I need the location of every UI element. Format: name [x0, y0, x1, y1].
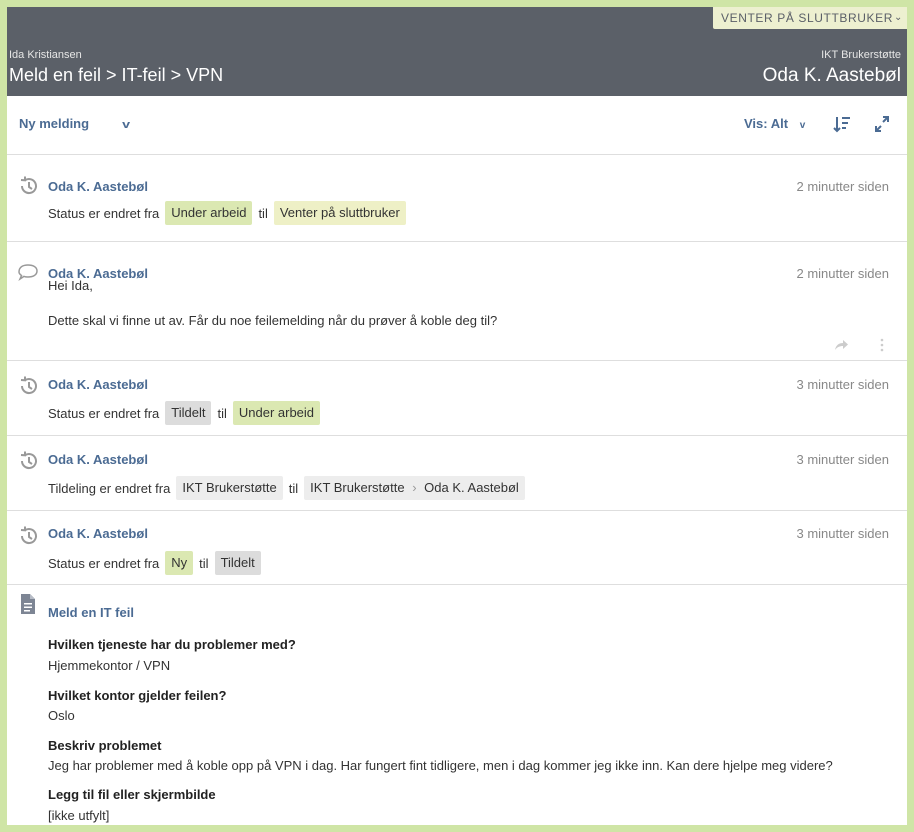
- chevron-right-icon: ›: [412, 480, 417, 495]
- status-to-tag: Venter på sluttbruker: [273, 201, 406, 225]
- comment-icon: [18, 264, 38, 281]
- ticket-header: VENTER PÅ SLUTTBRUKER ⌄ Ida Kristiansen …: [7, 7, 907, 96]
- entry-time: 2 minutter siden: [796, 179, 890, 194]
- form-question: Legg til fil eller skjermbilde: [48, 787, 216, 802]
- ticket-panel: VENTER PÅ SLUTTBRUKER ⌄ Ida Kristiansen …: [7, 7, 907, 825]
- form-question: Beskriv problemet: [48, 738, 162, 753]
- assignment-to-tag: IKT Brukerstøtte › Oda K. Aastebøl: [304, 476, 525, 500]
- entry-text: Status er endret fra Tildelt til Under a…: [48, 401, 321, 425]
- entry-text: Status er endret fra Under arbeid til Ve…: [48, 201, 406, 225]
- view-filter-dropdown[interactable]: Vis: Alt v: [744, 116, 805, 131]
- entry-author[interactable]: Oda K. Aastebøl: [48, 452, 148, 467]
- assignment-to-group: IKT Brukerstøtte: [310, 480, 405, 495]
- entry-change-text: Status er endret fra: [48, 555, 160, 571]
- chevron-down-icon: v: [121, 119, 130, 131]
- entry-change-text: Status er endret fra: [48, 405, 160, 421]
- form-question: Hvilken tjeneste har du problemer med?: [48, 637, 296, 652]
- timeline-entry-status: Oda K. Aastebøl 2 minutter siden Status …: [7, 155, 907, 242]
- entry-author[interactable]: Oda K. Aastebøl: [48, 377, 148, 392]
- history-icon: [20, 451, 37, 470]
- assignment-from-tag: IKT Brukerstøtte: [176, 476, 283, 500]
- new-message-dropdown[interactable]: Ny melding v: [19, 116, 130, 131]
- entry-time: 3 minutter siden: [796, 526, 890, 541]
- message-body: Dette skal vi finne ut av. Får du noe fe…: [48, 313, 498, 328]
- entry-change-text: Status er endret fra: [48, 205, 160, 221]
- chevron-down-icon: ⌄: [894, 12, 903, 23]
- form-answer: Jeg har problemer med å koble opp på VPN…: [48, 758, 833, 773]
- to-word: til: [217, 405, 227, 421]
- form-answer: Hjemmekontor / VPN: [48, 658, 171, 673]
- entry-text: Tildeling er endret fra IKT Brukerstøtte…: [48, 476, 525, 500]
- status-dropdown-label: VENTER PÅ SLUTTBRUKER: [721, 11, 893, 25]
- entry-author[interactable]: Oda K. Aastebøl: [48, 526, 148, 541]
- assignment-to-person: Oda K. Aastebøl: [424, 480, 519, 495]
- entry-time: 3 minutter siden: [796, 452, 890, 467]
- sort-icon[interactable]: [833, 114, 851, 134]
- to-word: til: [288, 480, 299, 496]
- history-icon: [20, 176, 37, 195]
- timeline-entry-assignment: Oda K. Aastebøl 3 minutter siden Tildeli…: [7, 436, 907, 511]
- view-filter-label: Vis: Alt: [744, 116, 789, 131]
- status-from-tag: Under arbeid: [165, 201, 253, 225]
- form-question: Hvilket kontor gjelder feilen?: [48, 688, 227, 703]
- status-to-tag: Tildelt: [214, 551, 261, 575]
- status-to-tag: Under arbeid: [232, 401, 321, 425]
- share-icon[interactable]: [833, 338, 849, 352]
- history-icon: [20, 526, 37, 545]
- status-from-tag: Tildelt: [165, 401, 212, 425]
- expand-icon[interactable]: [873, 114, 891, 134]
- form-answer: Oslo: [48, 708, 75, 723]
- entry-author[interactable]: Oda K. Aastebøl: [48, 179, 148, 194]
- breadcrumb: Meld en feil > IT-feil > VPN: [9, 65, 224, 85]
- form-submission: Meld en IT feil Hvilken tjeneste har du …: [7, 585, 907, 825]
- entry-time: 2 minutter siden: [796, 266, 890, 281]
- status-dropdown[interactable]: VENTER PÅ SLUTTBRUKER ⌄: [713, 7, 907, 29]
- form-title[interactable]: Meld en IT feil: [48, 605, 134, 620]
- timeline-entry-status: Oda K. Aastebøl 3 minutter siden Status …: [7, 361, 907, 436]
- new-message-label: Ny melding: [19, 116, 90, 131]
- assigned-team: IKT Brukerstøtte: [821, 49, 901, 61]
- entry-change-text: Tildeling er endret fra: [48, 480, 171, 496]
- to-word: til: [258, 205, 268, 221]
- entry-text: Status er endret fra Ny til Tildelt: [48, 551, 261, 575]
- timeline-entry-status: Oda K. Aastebøl 3 minutter siden Status …: [7, 511, 907, 585]
- to-word: til: [199, 555, 209, 571]
- timeline-toolbar: Ny melding v Vis: Alt v: [7, 96, 907, 155]
- history-icon: [20, 376, 37, 395]
- timeline-entry-message: Oda K. Aastebøl 2 minutter siden Hei Ida…: [7, 242, 907, 361]
- message-greeting: Hei Ida,: [48, 278, 93, 293]
- more-icon[interactable]: [879, 338, 885, 352]
- requester-name: Ida Kristiansen: [9, 49, 82, 61]
- form-answer: [ikke utfylt]: [48, 808, 110, 823]
- status-from-tag: Ny: [165, 551, 194, 575]
- chevron-down-icon: v: [799, 120, 806, 131]
- entry-time: 3 minutter siden: [796, 377, 890, 392]
- assignee-name: Oda K. Aastebøl: [762, 65, 901, 86]
- document-icon: [21, 594, 35, 614]
